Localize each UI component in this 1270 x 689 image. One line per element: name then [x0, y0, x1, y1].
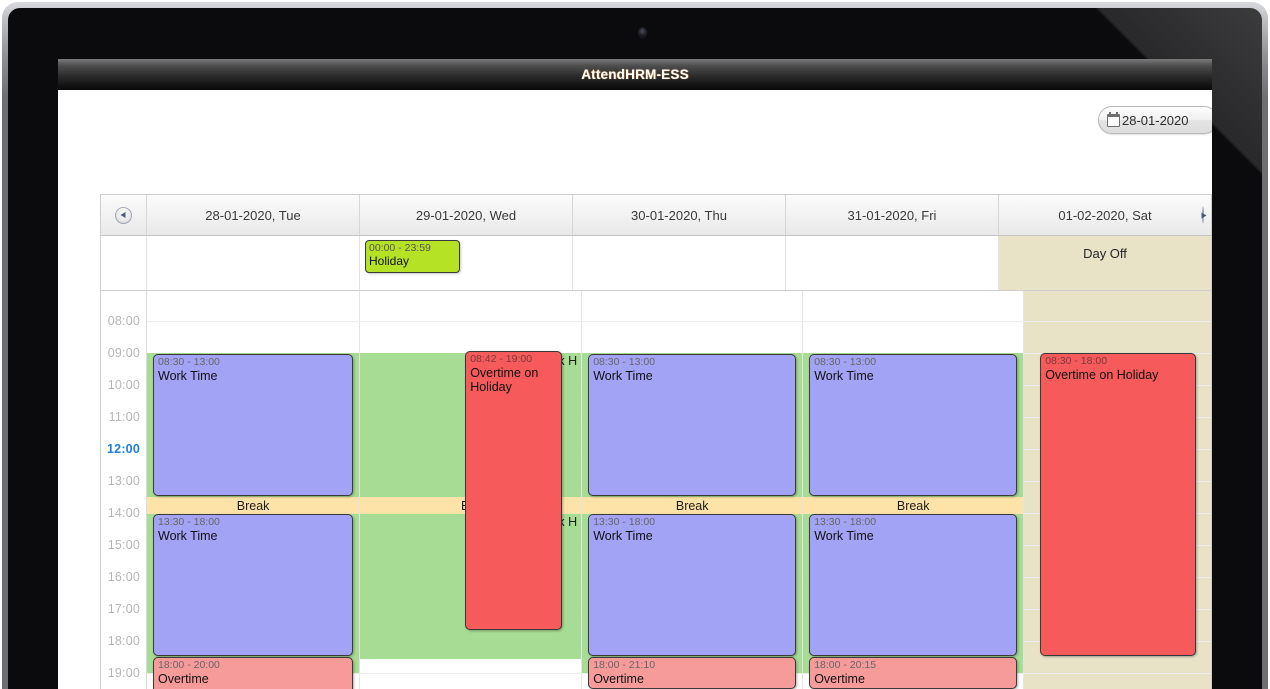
day-header-label: 30-01-2020, Thu	[631, 207, 727, 223]
event-time: 13:30 - 18:00	[593, 516, 656, 528]
day-column-fri[interactable]: Break 08:30 - 13:00 Work Time 13:30 - 18…	[803, 291, 1025, 689]
event-work-time[interactable]: 13:30 - 18:00 Work Time	[588, 514, 797, 656]
event-time: 08:30 - 13:00	[158, 356, 220, 368]
day-off-label: Day Off	[1083, 246, 1127, 261]
event-time: 08:30 - 18:00	[1045, 355, 1108, 367]
break-band: Break	[147, 497, 360, 514]
hour-label: 17:00	[107, 602, 140, 616]
all-day-gutter	[101, 236, 147, 290]
event-title: Work Time	[593, 368, 653, 383]
day-column-wed[interactable]: Bre Work H Work H 08:42 - 19:00 Overtime…	[360, 291, 583, 689]
prev-week-cell	[101, 195, 147, 235]
event-title: Work Time	[158, 528, 218, 543]
event-title: Overtime	[158, 671, 209, 686]
hour-label: 14:00	[107, 506, 140, 520]
all-day-row: 00:00 - 23:59 Holiday Day Off	[100, 236, 1212, 291]
event-work-time[interactable]: 08:30 - 13:00 Work Time	[809, 354, 1018, 496]
holiday-event[interactable]: 00:00 - 23:59 Holiday	[365, 240, 460, 273]
time-grid: Break 08:30 - 13:00 Work Time 13:30 - 18…	[100, 291, 1212, 689]
app-title-bar: AttendHRM-ESS	[58, 59, 1212, 90]
hour-label: 11:00	[108, 410, 140, 424]
day-columns: Break 08:30 - 13:00 Work Time 13:30 - 18…	[147, 291, 1211, 689]
event-work-time[interactable]: 13:30 - 18:00 Work Time	[809, 514, 1018, 656]
event-time: 18:00 - 20:00	[158, 659, 220, 671]
all-day-cell-thu[interactable]	[573, 236, 786, 290]
event-time: 08:30 - 13:00	[814, 356, 877, 368]
circle-left-arrow-icon[interactable]	[115, 206, 132, 224]
hour-label: 10:00	[107, 378, 140, 392]
circle-right-arrow-icon[interactable]	[1202, 206, 1204, 224]
day-header-tue[interactable]: 28-01-2020, Tue	[147, 195, 360, 235]
event-title: Work Time	[593, 528, 653, 543]
hour-label: 08:00	[107, 314, 140, 328]
app-title: AttendHRM-ESS	[581, 67, 689, 82]
hour-label: 18:00	[107, 634, 140, 648]
hour-line	[147, 321, 1211, 322]
hour-label: 15:00	[107, 538, 140, 552]
next-week-cell	[1202, 206, 1204, 224]
hour-label-current: 12:00	[107, 442, 140, 456]
time-gutter: 08:00 09:00 10:00 11:00 12:00 13:00 14:0…	[101, 291, 147, 689]
break-band-label: Break	[236, 498, 270, 513]
day-header-label: 28-01-2020, Tue	[205, 207, 301, 223]
day-header-label: 29-01-2020, Wed	[415, 207, 517, 223]
laptop-frame: AttendHRM-ESS 28-01-2020 28-01-2020, Tue…	[0, 0, 1270, 689]
event-title: Overtime on Holiday	[1045, 367, 1159, 382]
event-overtime[interactable]: 18:00 - 21:10 Overtime	[588, 657, 797, 689]
event-time: 13:30 - 18:00	[158, 516, 220, 528]
day-column-sat[interactable]: 08:30 - 18:00 Overtime on Holiday	[1024, 291, 1211, 689]
event-title: Overtime	[814, 671, 865, 686]
event-overtime[interactable]: 18:00 - 20:15 Overtime	[809, 657, 1018, 689]
event-title: Overtime on Holiday	[470, 365, 539, 394]
event-work-time[interactable]: 08:30 - 13:00 Work Time	[153, 354, 354, 496]
break-band: Break	[582, 497, 803, 514]
webcam-icon	[639, 28, 646, 37]
all-day-cell-tue[interactable]	[147, 236, 360, 290]
hour-label: 19:00	[107, 666, 140, 680]
hour-label: 13:00	[107, 474, 140, 488]
event-overtime-on-holiday[interactable]: 08:42 - 19:00 Overtime on Holiday	[465, 351, 563, 630]
day-header-label: 01-02-2020, Sat	[1058, 207, 1152, 223]
break-band: Break	[803, 497, 1024, 514]
date-picker-button[interactable]: 28-01-2020	[1098, 106, 1212, 134]
event-title: Work Time	[814, 528, 874, 543]
day-column-tue[interactable]: Break 08:30 - 13:00 Work Time 13:30 - 18…	[147, 291, 361, 689]
day-header-label: 31-01-2020, Fri	[847, 207, 937, 223]
event-overtime[interactable]: 18:00 - 20:00 Overtime	[153, 657, 354, 689]
event-title: Work Time	[158, 368, 218, 383]
event-time: 18:00 - 20:15	[814, 659, 877, 671]
day-header-thu[interactable]: 30-01-2020, Thu	[573, 195, 786, 235]
break-band-label: Break	[675, 498, 709, 513]
event-work-time[interactable]: 13:30 - 18:00 Work Time	[153, 514, 354, 656]
toolbar: 28-01-2020	[58, 90, 1212, 156]
day-header-fri[interactable]: 31-01-2020, Fri	[786, 195, 999, 235]
event-work-time[interactable]: 08:30 - 13:00 Work Time	[588, 354, 797, 496]
day-header-sat[interactable]: 01-02-2020, Sat	[999, 195, 1211, 235]
all-day-cell-wed[interactable]: 00:00 - 23:59 Holiday	[360, 236, 573, 290]
holiday-event-time: 00:00 - 23:59	[369, 242, 431, 254]
day-column-thu[interactable]: Break 08:30 - 13:00 Work Time 13:30 - 18…	[582, 291, 804, 689]
hour-label: 09:00	[107, 346, 140, 360]
all-day-cell-fri[interactable]	[786, 236, 999, 290]
event-time: 08:42 - 19:00	[470, 353, 533, 365]
calendar-header: 28-01-2020, Tue 29-01-2020, Wed 30-01-20…	[100, 194, 1212, 236]
all-day-cell-sat[interactable]: Day Off	[999, 236, 1211, 290]
event-title: Overtime	[593, 671, 644, 686]
event-time: 18:00 - 21:10	[593, 659, 656, 671]
calendar-icon	[1107, 111, 1120, 127]
day-header-wed[interactable]: 29-01-2020, Wed	[360, 195, 573, 235]
app-viewport: 28-01-2020 28-01-2020, Tue 29-01-2020, W…	[58, 90, 1212, 689]
attendance-calendar: 28-01-2020, Tue 29-01-2020, Wed 30-01-20…	[100, 194, 1212, 689]
break-band-label: Break	[896, 498, 930, 513]
event-overtime-on-holiday[interactable]: 08:30 - 18:00 Overtime on Holiday	[1040, 353, 1197, 656]
event-time: 08:30 - 13:00	[593, 356, 656, 368]
hour-label: 16:00	[107, 570, 140, 584]
event-time: 13:30 - 18:00	[814, 516, 877, 528]
date-picker-value: 28-01-2020	[1122, 112, 1189, 128]
holiday-event-title: Holiday	[369, 254, 410, 268]
event-title: Work Time	[814, 368, 874, 383]
